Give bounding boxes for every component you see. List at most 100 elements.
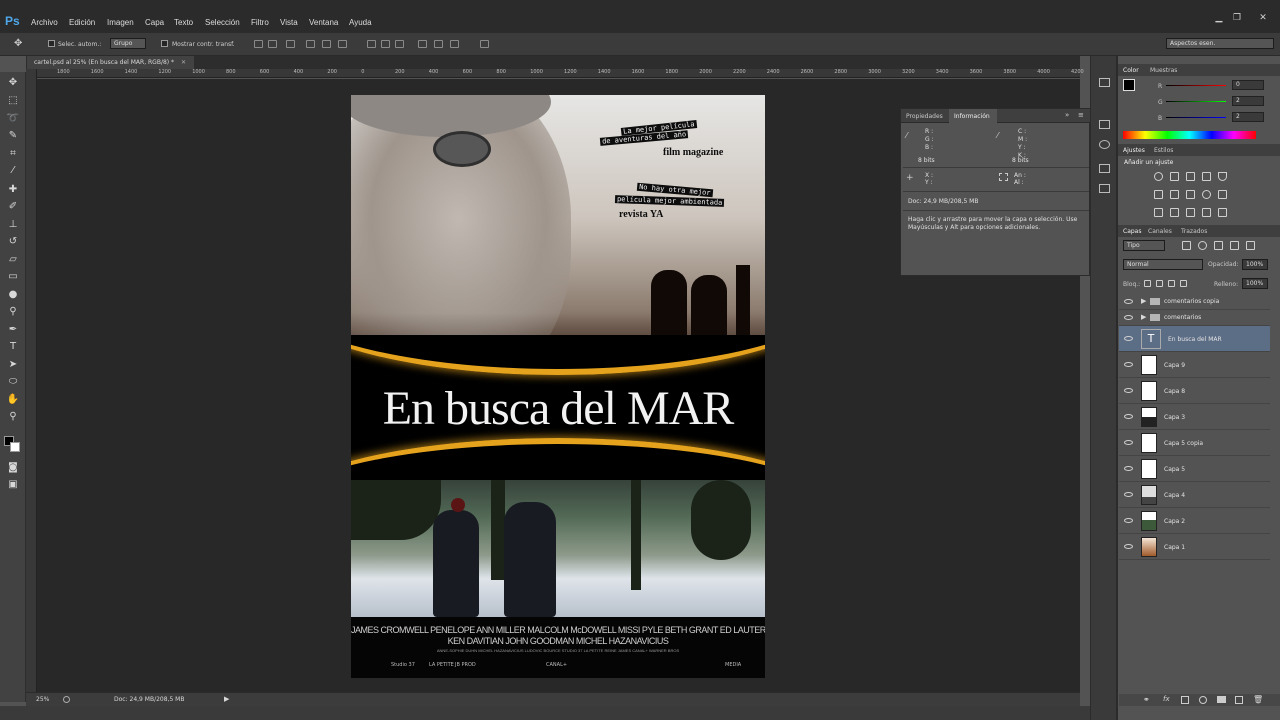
lock-transparent-icon[interactable] [1144,280,1151,287]
curves-icon[interactable] [1186,172,1195,181]
tab-trazados[interactable]: Trazados [1181,228,1207,235]
visibility-eye-icon[interactable] [1124,492,1133,497]
layer-row[interactable]: Capa 8 [1119,378,1270,404]
brush-tool-icon[interactable]: ✐ [6,200,20,213]
expand-icon[interactable]: » [1065,111,1069,119]
tab-canales[interactable]: Canales [1148,228,1172,235]
workspace-dropdown[interactable]: Aspectos esen. [1166,38,1274,49]
filter-pixel-icon[interactable] [1182,241,1191,250]
healing-brush-tool-icon[interactable]: ✚ [6,183,20,196]
layer-row[interactable]: Capa 3 [1119,404,1270,430]
threshold-icon[interactable] [1186,208,1195,217]
tab-ajustes[interactable]: Ajustes [1123,147,1145,154]
channel-mixer-icon[interactable] [1218,190,1227,199]
gradient-tool-icon[interactable]: ▭ [6,270,20,283]
gradient-map-icon[interactable] [1202,208,1211,217]
visibility-eye-icon[interactable] [1124,336,1133,341]
info-panel-icon[interactable] [1099,140,1110,149]
restore-icon[interactable]: ❐ [1231,13,1243,23]
new-layer-icon[interactable] [1235,696,1243,704]
eyedropper-tool-icon[interactable]: ⁄ [6,164,20,177]
lock-pixels-icon[interactable] [1156,280,1163,287]
adjustment-layer-icon[interactable] [1199,696,1207,704]
path-selection-tool-icon[interactable]: ➤ [6,358,20,371]
distribute-left-icon[interactable] [418,40,427,48]
visibility-eye-icon[interactable] [1124,544,1133,549]
dodge-tool-icon[interactable]: ⚲ [6,305,20,318]
exposure-icon[interactable] [1202,172,1211,181]
black-white-icon[interactable] [1186,190,1195,199]
layer-kind-filter[interactable]: Tipo [1123,240,1165,251]
new-group-icon[interactable] [1217,696,1226,703]
menu-capa[interactable]: Capa [145,18,164,27]
status-arrow-icon[interactable]: ▶ [224,695,229,703]
lasso-tool-icon[interactable]: ➰ [6,112,20,125]
layer-row[interactable]: Capa 2 [1119,508,1270,534]
tab-estilos[interactable]: Estilos [1154,147,1173,154]
distribute-top-icon[interactable] [367,40,376,48]
type-tool-icon[interactable]: T [6,340,20,353]
visibility-eye-icon[interactable] [1124,518,1133,523]
layer-row[interactable]: Capa 5 [1119,456,1270,482]
tab-capas[interactable]: Capas [1123,228,1141,235]
align-left-icon[interactable] [306,40,315,48]
menu-vista[interactable]: Vista [280,18,298,27]
panel-menu-icon[interactable]: ≡ [1078,111,1084,119]
zoom-tool-icon[interactable]: ⚲ [6,410,20,423]
marquee-tool-icon[interactable]: ⬚ [6,94,20,107]
fg-color-swatch[interactable] [1123,79,1135,91]
visibility-eye-icon[interactable] [1124,362,1133,367]
tab-propiedades[interactable]: Propiedades [906,113,943,120]
menu-ventana[interactable]: Ventana [309,18,338,27]
align-vcenter-icon[interactable] [268,40,277,48]
align-bottom-icon[interactable] [286,40,295,48]
status-options-icon[interactable] [63,696,70,703]
layer-row[interactable]: Capa 1 [1119,534,1270,560]
r-value[interactable]: 0 [1232,80,1264,90]
screen-mode-icon[interactable]: ▣ [6,478,20,491]
blur-tool-icon[interactable]: ● [6,288,20,301]
filter-shape-icon[interactable] [1230,241,1239,250]
zoom-level[interactable]: 25% [36,696,49,703]
color-balance-icon[interactable] [1170,190,1179,199]
selective-color-icon[interactable] [1218,208,1227,217]
distribute-hcenter-icon[interactable] [434,40,443,48]
vibrance-icon[interactable] [1218,172,1227,181]
distribute-bottom-icon[interactable] [395,40,404,48]
close-icon[interactable]: ✕ [1257,13,1269,23]
tab-color[interactable]: Color [1123,67,1139,74]
tab-muestras[interactable]: Muestras [1150,67,1177,74]
auto-align-icon[interactable] [480,40,489,48]
poster-document[interactable]: La mejor película de aventuras del año f… [351,95,765,678]
align-top-icon[interactable] [254,40,263,48]
quick-mask-icon[interactable]: ◙ [6,461,20,474]
r-slider[interactable] [1166,85,1226,86]
layer-row[interactable]: Capa 4 [1119,482,1270,508]
blend-mode-dropdown[interactable]: Normal [1123,259,1203,270]
move-tool-icon[interactable]: ✥ [14,38,22,49]
color-spectrum[interactable] [1123,131,1256,139]
visibility-eye-icon[interactable] [1124,440,1133,445]
g-value[interactable]: 2 [1232,96,1264,106]
layer-mask-icon[interactable] [1181,696,1189,704]
brightness-icon[interactable] [1154,172,1163,181]
distribute-vcenter-icon[interactable] [381,40,390,48]
minimize-icon[interactable]: ▁ [1213,13,1225,23]
tool-presets-panel-icon[interactable] [1099,184,1110,193]
background-color-swatch[interactable] [10,442,20,452]
filter-type-icon[interactable] [1214,241,1223,250]
menu-filtro[interactable]: Filtro [251,18,269,27]
visibility-eye-icon[interactable] [1124,466,1133,471]
pen-tool-icon[interactable]: ✒ [6,323,20,336]
visibility-eye-icon[interactable] [1124,299,1133,304]
menu-imagen[interactable]: Imagen [107,18,134,27]
layer-group-row[interactable]: ▶ comentarios [1119,310,1270,326]
align-hcenter-icon[interactable] [322,40,331,48]
move-tool-icon[interactable]: ✥ [6,76,20,89]
text-layer-row[interactable]: T En busca del MAR [1119,326,1270,352]
shape-tool-icon[interactable]: ⬭ [6,375,20,388]
quick-select-tool-icon[interactable]: ✎ [6,129,20,142]
layer-row[interactable]: Capa 9 [1119,352,1270,378]
photo-filter-icon[interactable] [1202,190,1211,199]
document-tab[interactable]: cartel.psd al 25% (En busca del MAR, RGB… [27,56,194,69]
